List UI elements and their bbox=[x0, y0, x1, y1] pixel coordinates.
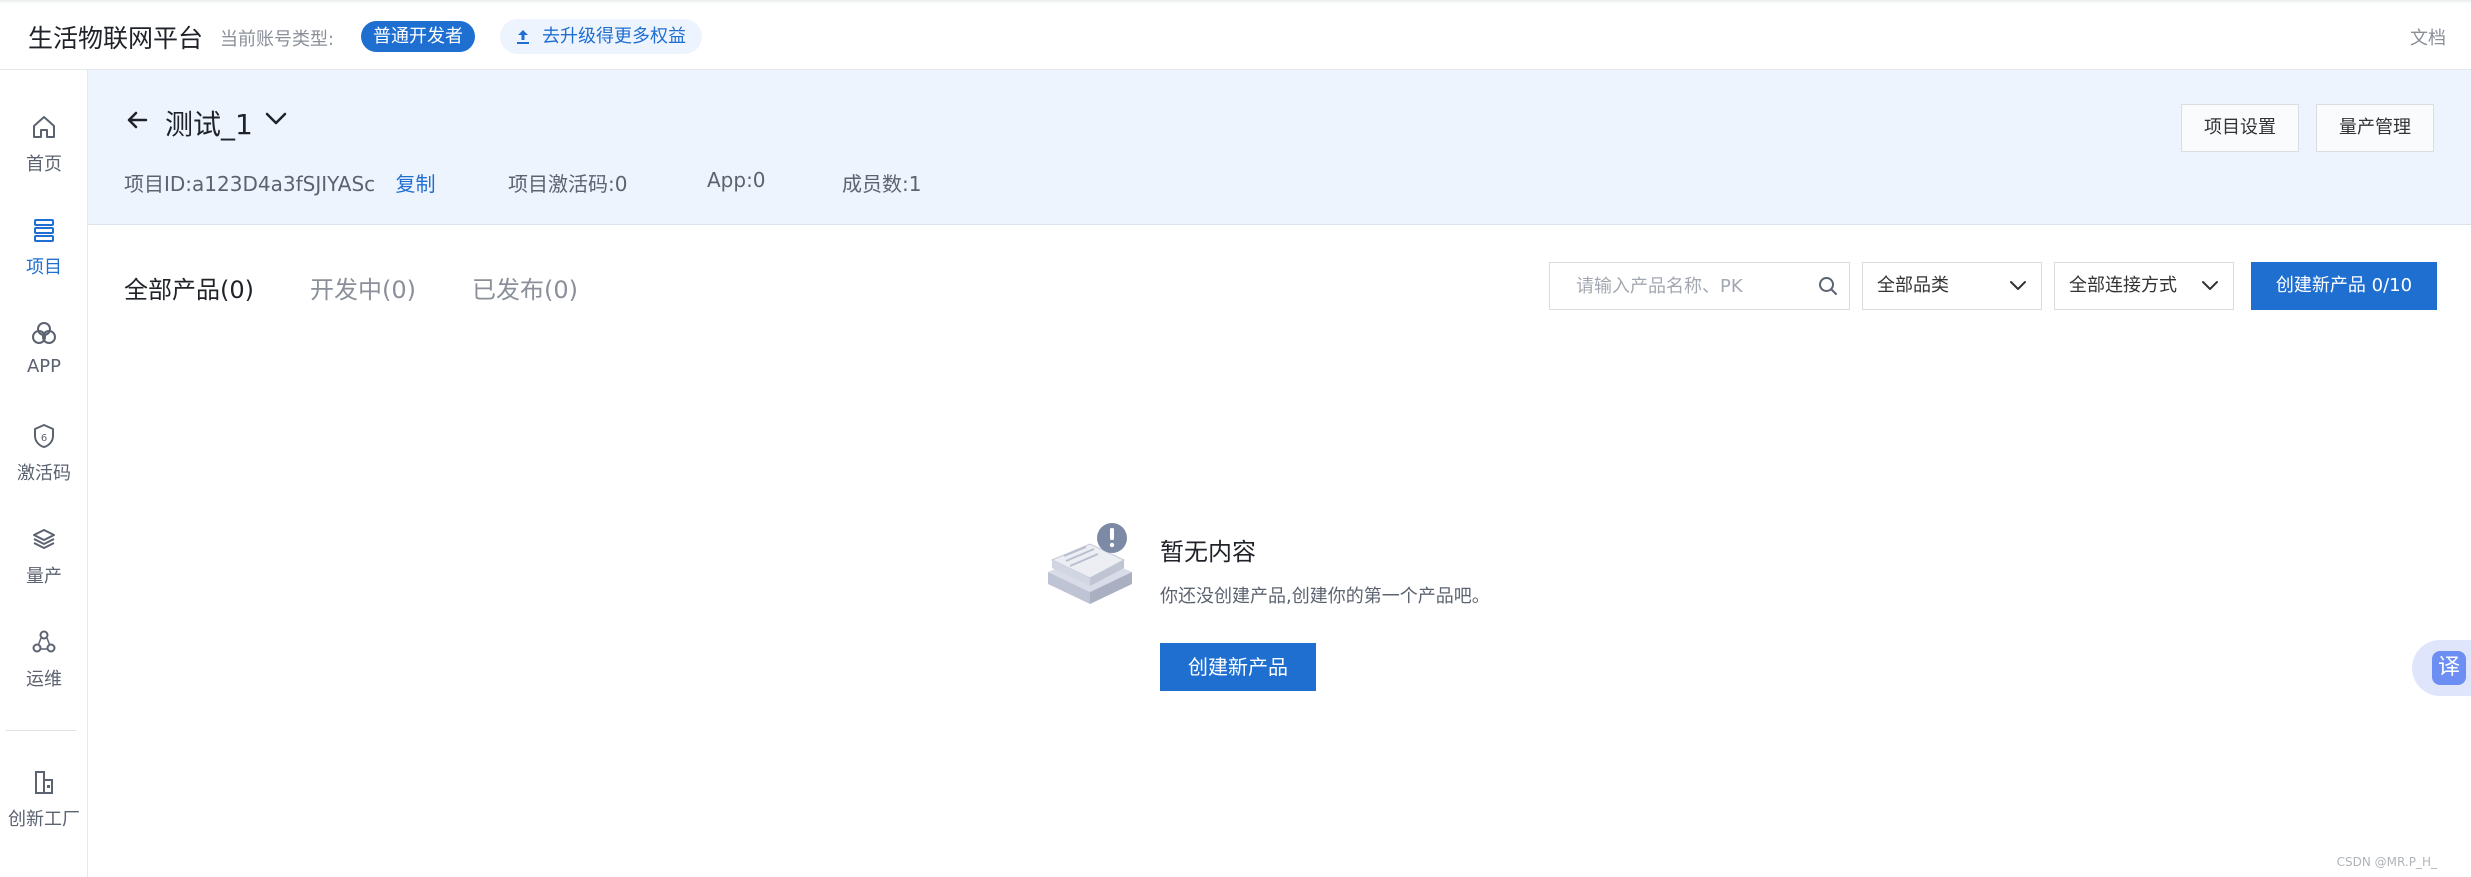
sidebar-item-mass-production[interactable]: 量产 bbox=[0, 524, 88, 588]
upgrade-link[interactable]: 去升级得更多权益 bbox=[500, 19, 702, 54]
upload-icon bbox=[517, 29, 529, 44]
sidebar-divider bbox=[6, 730, 76, 731]
tab-published[interactable]: 已发布(0) bbox=[472, 270, 578, 305]
project-id: 项目ID:a123D4a3fSJIYASc 复制 bbox=[124, 168, 436, 197]
app-icon bbox=[32, 322, 56, 344]
translate-button[interactable]: 译 bbox=[2412, 640, 2471, 696]
project-header: 测试_1 项目ID:a123D4a3fSJIYASc 复制 项目激活码:0 Ap… bbox=[88, 70, 2471, 225]
project-id-label: 项目ID: bbox=[124, 172, 193, 196]
translate-icon: 译 bbox=[2432, 651, 2466, 685]
svg-text:6: 6 bbox=[41, 433, 47, 444]
empty-state-create-button[interactable]: 创建新产品 bbox=[1160, 643, 1316, 691]
connection-type-select-value: 全部连接方式 bbox=[2069, 275, 2177, 296]
empty-state-description: 你还没创建产品,创建你的第一个产品吧。 bbox=[1160, 586, 1490, 607]
sidebar-item-label: 运维 bbox=[26, 669, 62, 690]
tab-all-products[interactable]: 全部产品(0) bbox=[124, 270, 254, 305]
create-product-button[interactable]: 创建新产品 0/10 bbox=[2251, 262, 2437, 310]
platform-brand[interactable]: 生活物联网平台 bbox=[28, 19, 203, 55]
chevron-down-icon bbox=[2010, 281, 2026, 290]
account-type-badge: 普通开发者 bbox=[361, 21, 475, 52]
header-top-shadow bbox=[0, 0, 2471, 4]
empty-state-illustration bbox=[1048, 523, 1132, 604]
sidebar-item-operations[interactable]: 运维 bbox=[0, 627, 88, 691]
copy-link[interactable]: 复制 bbox=[396, 172, 436, 196]
project-icon bbox=[34, 219, 54, 242]
project-activation-code: 项目激活码:0 bbox=[508, 172, 628, 196]
project-app-count: App:0 bbox=[707, 168, 766, 192]
sidebar-item-activation-code[interactable]: 6 激活码 bbox=[0, 421, 88, 485]
sidebar-item-label: 激活码 bbox=[17, 463, 71, 484]
project-member-count: 成员数:1 bbox=[842, 172, 922, 196]
empty-state-title: 暂无内容 bbox=[1160, 538, 1256, 566]
mass-production-icon bbox=[33, 529, 55, 549]
sidebar-item-label: 量产 bbox=[26, 566, 62, 587]
project-id-value: a123D4a3fSJIYASc bbox=[192, 172, 376, 196]
activation-code-icon: 6 bbox=[34, 424, 54, 448]
chevron-down-icon bbox=[2202, 281, 2218, 290]
sidebar-item-label: APP bbox=[26, 356, 62, 377]
sidebar-item-label: 首页 bbox=[26, 154, 62, 175]
project-settings-button[interactable]: 项目设置 bbox=[2181, 104, 2299, 152]
innovation-factory-icon bbox=[35, 771, 53, 794]
operations-icon bbox=[32, 630, 56, 653]
product-search-input[interactable] bbox=[1550, 263, 1810, 309]
sidebar-item-label: 创新工厂 bbox=[8, 809, 80, 830]
account-type-label: 当前账号类型: bbox=[220, 29, 335, 50]
mass-production-management-button[interactable]: 量产管理 bbox=[2316, 104, 2434, 152]
back-arrow-icon[interactable] bbox=[124, 106, 152, 134]
home-icon bbox=[33, 116, 55, 138]
category-select[interactable]: 全部品类 bbox=[1862, 262, 2042, 310]
sidebar-item-project[interactable]: 项目 bbox=[0, 215, 88, 279]
watermark: CSDN @MR.P_H_ bbox=[2336, 855, 2437, 869]
chevron-down-icon[interactable] bbox=[263, 109, 289, 129]
sidebar-item-label: 项目 bbox=[26, 257, 62, 278]
left-sidebar: 首页 项目 APP 6 激活码 量产 运维 创新工厂 bbox=[0, 70, 88, 877]
upgrade-label: 去升级得更多权益 bbox=[542, 26, 686, 47]
sidebar-item-innovation-factory[interactable]: 创新工厂 bbox=[0, 767, 88, 831]
sidebar-item-home[interactable]: 首页 bbox=[0, 112, 88, 176]
tab-in-development[interactable]: 开发中(0) bbox=[310, 270, 416, 305]
top-header: 生活物联网平台 当前账号类型: 普通开发者 去升级得更多权益 文档 bbox=[0, 0, 2471, 70]
connection-type-select[interactable]: 全部连接方式 bbox=[2054, 262, 2234, 310]
project-title: 测试_1 bbox=[165, 108, 253, 141]
sidebar-item-app[interactable]: APP bbox=[0, 318, 88, 377]
docs-link[interactable]: 文档 bbox=[2410, 24, 2446, 50]
product-search bbox=[1549, 262, 1850, 310]
search-icon[interactable] bbox=[1817, 275, 1839, 297]
category-select-value: 全部品类 bbox=[1877, 275, 1949, 296]
